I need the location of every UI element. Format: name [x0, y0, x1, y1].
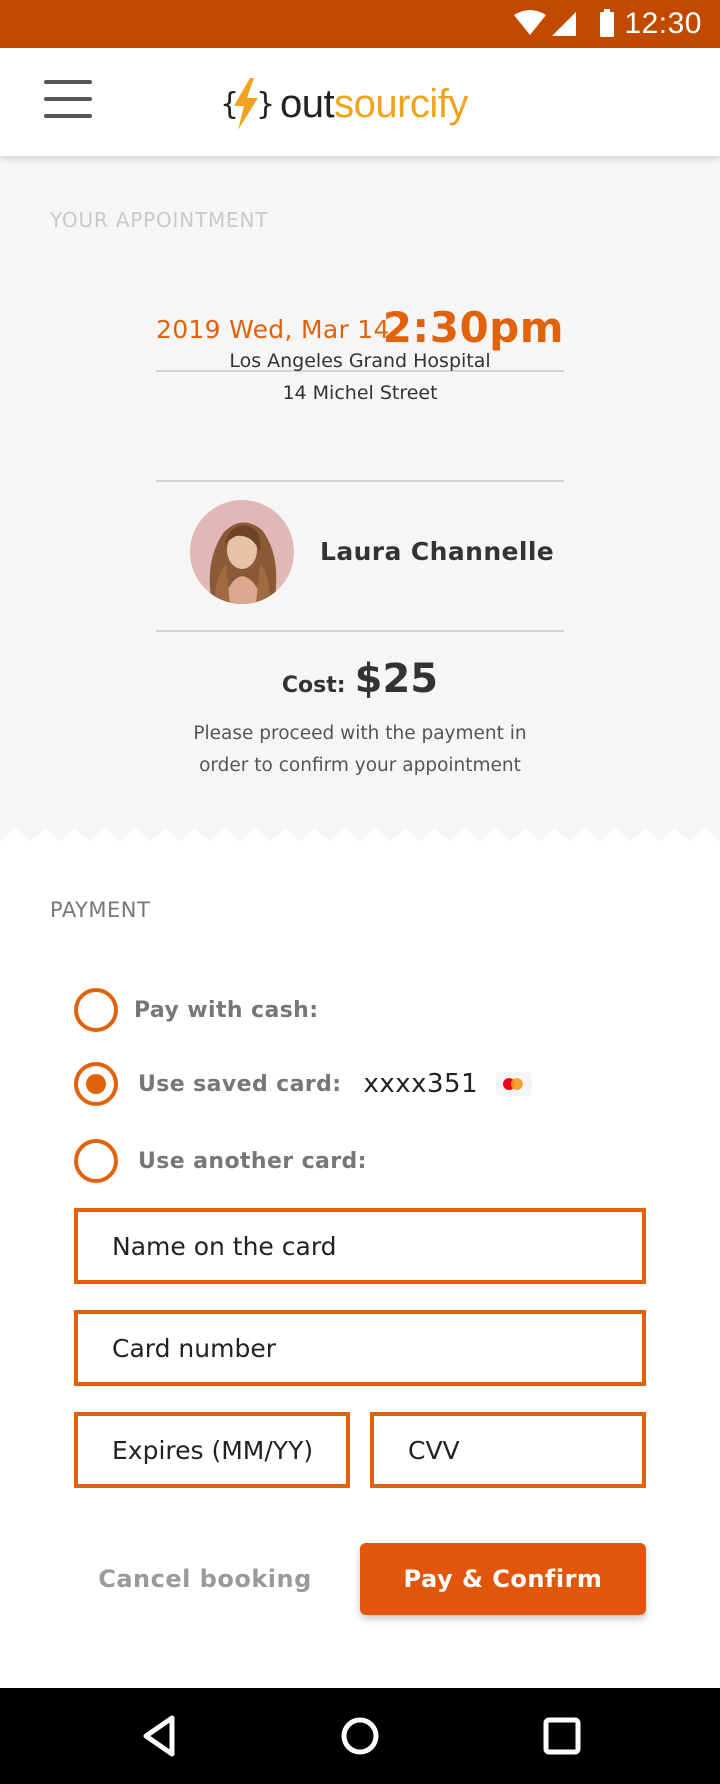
cancel-booking-button[interactable]: Cancel booking	[88, 1556, 322, 1602]
payment-note-line1: Please proceed with the payment in	[193, 723, 527, 744]
hospital-name: Los Angeles Grand Hospital	[229, 350, 491, 372]
card-number-field[interactable]	[74, 1310, 646, 1386]
option-pay-with-cash[interactable]: Pay with cash:	[74, 988, 318, 1032]
doctor-name: Laura Channelle	[320, 537, 555, 566]
divider	[156, 480, 564, 482]
cost-row: Cost: $25	[156, 656, 564, 702]
option-label: Use another card:	[138, 1148, 367, 1174]
avatar	[190, 500, 294, 604]
appointment-section: YOUR APPOINTMENT 2019 Wed, Mar 14 2:30pm…	[0, 156, 720, 840]
payment-note-line2: order to confirm your appointment	[199, 755, 521, 776]
option-use-saved-card[interactable]: Use saved card: xxxx351	[74, 1062, 533, 1106]
hospital-address: 14 Michel Street	[282, 382, 438, 404]
svg-text:}: }	[256, 87, 272, 122]
status-bar: 12:30	[0, 0, 720, 48]
brand-name-part2: sourcify	[334, 81, 468, 126]
option-use-another-card[interactable]: Use another card:	[74, 1139, 367, 1183]
saved-card-number: xxxx351	[363, 1069, 479, 1099]
zigzag-divider	[0, 824, 720, 846]
status-time: 12:30	[624, 7, 702, 40]
cost-label: Cost:	[281, 673, 346, 698]
brand-name: outsourcify	[280, 82, 468, 127]
payment-heading: PAYMENT	[50, 898, 151, 922]
app-bar: { } outsourcify	[0, 48, 720, 156]
option-label: Pay with cash:	[134, 997, 319, 1023]
expiry-field[interactable]	[74, 1412, 350, 1488]
menu-icon[interactable]	[44, 80, 98, 120]
appointment-datetime: 2019 Wed, Mar 14 2:30pm	[156, 294, 564, 354]
brand-name-part1: out	[280, 81, 335, 126]
radio-use-saved-card[interactable]	[74, 1062, 118, 1106]
appointment-date: 2019 Wed, Mar 14	[156, 315, 390, 344]
logo-bolt-icon: { }	[220, 78, 272, 130]
appointment-time: 2:30pm	[382, 303, 564, 352]
name-on-card-field[interactable]	[74, 1208, 646, 1284]
pay-confirm-button[interactable]: Pay & Confirm	[360, 1543, 646, 1615]
appointment-heading: YOUR APPOINTMENT	[50, 208, 269, 232]
cost-value: $25	[354, 656, 439, 702]
wifi-icon	[514, 10, 546, 35]
status-icons	[514, 9, 614, 37]
navigation-bar	[0, 1688, 720, 1784]
recents-icon[interactable]	[532, 1706, 592, 1766]
option-label: Use saved card:	[138, 1071, 342, 1097]
payment-note: Please proceed with the payment in order…	[156, 718, 564, 782]
radio-pay-with-cash[interactable]	[74, 988, 118, 1032]
cvv-field[interactable]	[370, 1412, 646, 1488]
back-icon[interactable]	[130, 1706, 190, 1766]
home-icon[interactable]	[330, 1706, 390, 1766]
radio-use-another-card[interactable]	[74, 1139, 118, 1183]
battery-icon	[600, 12, 614, 37]
mastercard-icon	[496, 1072, 533, 1096]
divider	[156, 630, 564, 632]
signal-icon	[552, 12, 576, 36]
brand-logo: { } outsourcify	[220, 74, 468, 134]
